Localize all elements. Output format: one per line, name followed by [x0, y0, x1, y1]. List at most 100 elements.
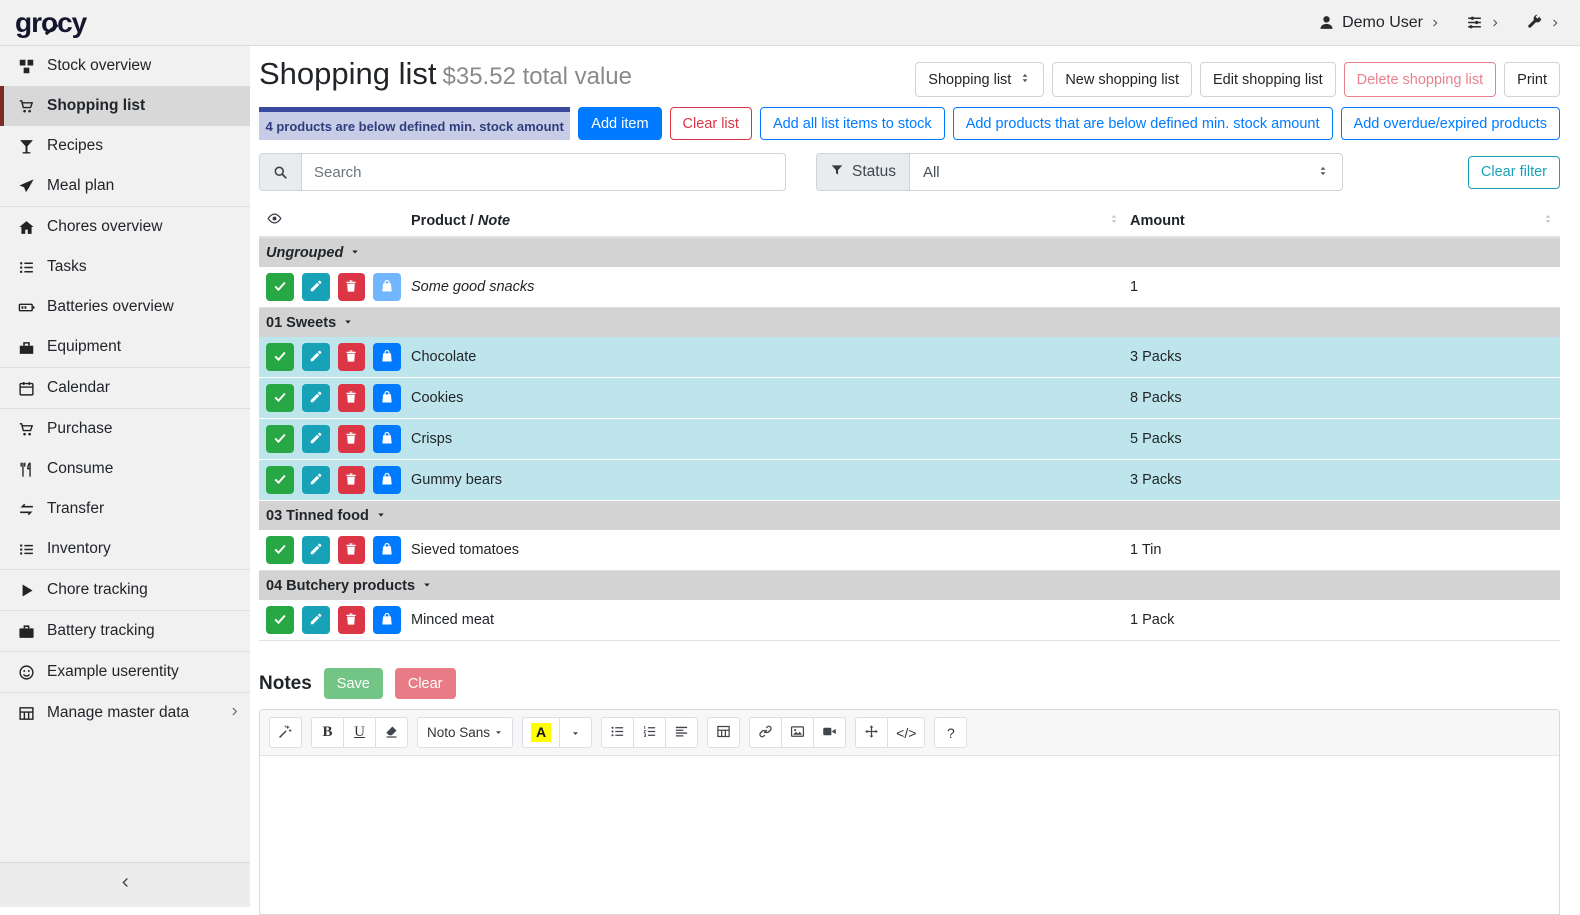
edit-item-button[interactable] — [302, 536, 330, 564]
mark-done-button[interactable] — [266, 466, 294, 494]
insert-link-button[interactable] — [749, 717, 782, 748]
delete-item-button[interactable] — [338, 466, 366, 494]
font-color-dropdown[interactable] — [559, 717, 592, 748]
user-menu[interactable]: Demo User — [1318, 14, 1440, 32]
sidebar-item-inventory[interactable]: Inventory — [0, 529, 250, 569]
delete-item-button[interactable] — [338, 536, 366, 564]
item-amount: 5 Packs — [1130, 431, 1182, 447]
clear-filter-button[interactable]: Clear filter — [1468, 156, 1560, 189]
insert-image-button[interactable] — [781, 717, 814, 748]
sidebar-collapse-button[interactable] — [0, 862, 250, 907]
settings-menu[interactable] — [1526, 14, 1560, 31]
add-to-stock-button[interactable] — [373, 606, 401, 634]
add-to-stock-button[interactable] — [373, 384, 401, 412]
edit-item-button[interactable] — [302, 425, 330, 453]
sidebar-item-tasks[interactable]: Tasks — [0, 247, 250, 287]
sort-icon[interactable] — [1108, 213, 1120, 229]
ordered-list-button[interactable] — [633, 717, 666, 748]
font-family-dropdown[interactable]: Noto Sans — [417, 717, 513, 748]
add-overdue-button[interactable]: Add overdue/expired products — [1341, 107, 1560, 140]
edit-item-button[interactable] — [302, 273, 330, 301]
group-header-tinned-food[interactable]: 03 Tinned food — [259, 501, 1560, 530]
mark-done-button[interactable] — [266, 536, 294, 564]
add-to-stock-button[interactable] — [373, 466, 401, 494]
notes-header-row: Notes Save Clear — [259, 668, 1560, 699]
sidebar-item-transfer[interactable]: Transfer — [0, 489, 250, 529]
edit-item-button[interactable] — [302, 384, 330, 412]
trash-icon — [344, 349, 358, 366]
sidebar-item-consume[interactable]: Consume — [0, 449, 250, 489]
eye-icon[interactable] — [266, 211, 283, 230]
sidebar-item-purchase[interactable]: Purchase — [0, 409, 250, 449]
add-all-to-stock-button[interactable]: Add all list items to stock — [760, 107, 945, 140]
sidebar-item-equipment[interactable]: Equipment — [0, 327, 250, 367]
delete-item-button[interactable] — [338, 425, 366, 453]
font-color-button[interactable]: A — [522, 717, 560, 748]
group-header-ungrouped[interactable]: Ungrouped — [259, 238, 1560, 267]
group-header-butchery-products[interactable]: 04 Butchery products — [259, 571, 1560, 600]
edit-item-button[interactable] — [302, 343, 330, 371]
sidebar-item-recipes[interactable]: Recipes — [0, 126, 250, 166]
edit-item-button[interactable] — [302, 466, 330, 494]
search-input[interactable] — [301, 153, 786, 191]
mark-done-button[interactable] — [266, 343, 294, 371]
delete-item-button[interactable] — [338, 273, 366, 301]
display-options-menu[interactable] — [1466, 14, 1500, 31]
search-icon[interactable] — [259, 153, 301, 191]
edit-icon — [309, 431, 323, 448]
sort-icon[interactable] — [1542, 213, 1554, 229]
paragraph-align-button[interactable] — [665, 717, 698, 748]
status-filter-select[interactable]: All — [910, 153, 1343, 191]
mark-done-button[interactable] — [266, 425, 294, 453]
notes-clear-button[interactable]: Clear — [395, 668, 456, 699]
sidebar-item-shopping-list[interactable]: Shopping list — [0, 86, 250, 126]
bold-button[interactable]: B — [311, 717, 344, 748]
product-column-header[interactable]: Product / Note — [401, 213, 1130, 229]
min-stock-alert[interactable]: 4 products are below defined min. stock … — [259, 107, 570, 140]
add-to-stock-button[interactable] — [373, 343, 401, 371]
sidebar-item-example-userentity[interactable]: Example userentity — [0, 652, 250, 692]
delete-item-button[interactable] — [338, 343, 366, 371]
sidebar-item-batteries-overview[interactable]: Batteries overview — [0, 287, 250, 327]
delete-shopping-list-button[interactable]: Delete shopping list — [1344, 62, 1497, 97]
delete-item-button[interactable] — [338, 384, 366, 412]
mark-done-button[interactable] — [266, 384, 294, 412]
add-to-stock-button[interactable] — [373, 536, 401, 564]
insert-table-button[interactable] — [707, 717, 740, 748]
magic-style-button[interactable] — [269, 717, 302, 748]
underline-button[interactable]: U — [343, 717, 376, 748]
print-button[interactable]: Print — [1504, 62, 1560, 97]
notes-save-button[interactable]: Save — [324, 668, 383, 699]
edit-shopping-list-button[interactable]: Edit shopping list — [1200, 62, 1336, 97]
grocy-logo[interactable]: grocy — [0, 7, 250, 39]
fullscreen-button[interactable] — [855, 717, 888, 748]
group-header-sweets[interactable]: 01 Sweets — [259, 308, 1560, 337]
unordered-list-button[interactable] — [601, 717, 634, 748]
eraser-icon — [384, 724, 399, 742]
sidebar-item-stock-overview[interactable]: Stock overview — [0, 46, 250, 86]
sidebar-item-chores-overview[interactable]: Chores overview — [0, 207, 250, 247]
add-item-button[interactable]: Add item — [578, 107, 661, 140]
clear-list-button[interactable]: Clear list — [670, 107, 752, 140]
sidebar-item-manage-master-data[interactable]: Manage master data — [0, 693, 250, 733]
code-view-button[interactable]: </> — [887, 717, 925, 748]
add-to-stock-button[interactable] — [373, 425, 401, 453]
notes-editing-area[interactable] — [260, 756, 1559, 914]
add-below-min-stock-button[interactable]: Add products that are below defined min.… — [953, 107, 1333, 140]
help-button[interactable]: ? — [934, 717, 967, 748]
sidebar-item-chore-tracking[interactable]: Chore tracking — [0, 570, 250, 610]
new-shopping-list-button[interactable]: New shopping list — [1052, 62, 1192, 97]
delete-item-button[interactable] — [338, 606, 366, 634]
sidebar-item-calendar[interactable]: Calendar — [0, 368, 250, 408]
sidebar-item-meal-plan[interactable]: Meal plan — [0, 166, 250, 206]
amount-column-header[interactable]: Amount — [1130, 213, 1560, 229]
add-to-stock-button[interactable] — [373, 273, 401, 301]
mark-done-button[interactable] — [266, 273, 294, 301]
mark-done-button[interactable] — [266, 606, 294, 634]
insert-video-button[interactable] — [813, 717, 846, 748]
edit-item-button[interactable] — [302, 606, 330, 634]
clear-formatting-button[interactable] — [375, 717, 408, 748]
chevron-right-icon — [1430, 18, 1440, 28]
shopping-list-selector[interactable]: Shopping list — [915, 62, 1044, 97]
sidebar-item-battery-tracking[interactable]: Battery tracking — [0, 611, 250, 651]
